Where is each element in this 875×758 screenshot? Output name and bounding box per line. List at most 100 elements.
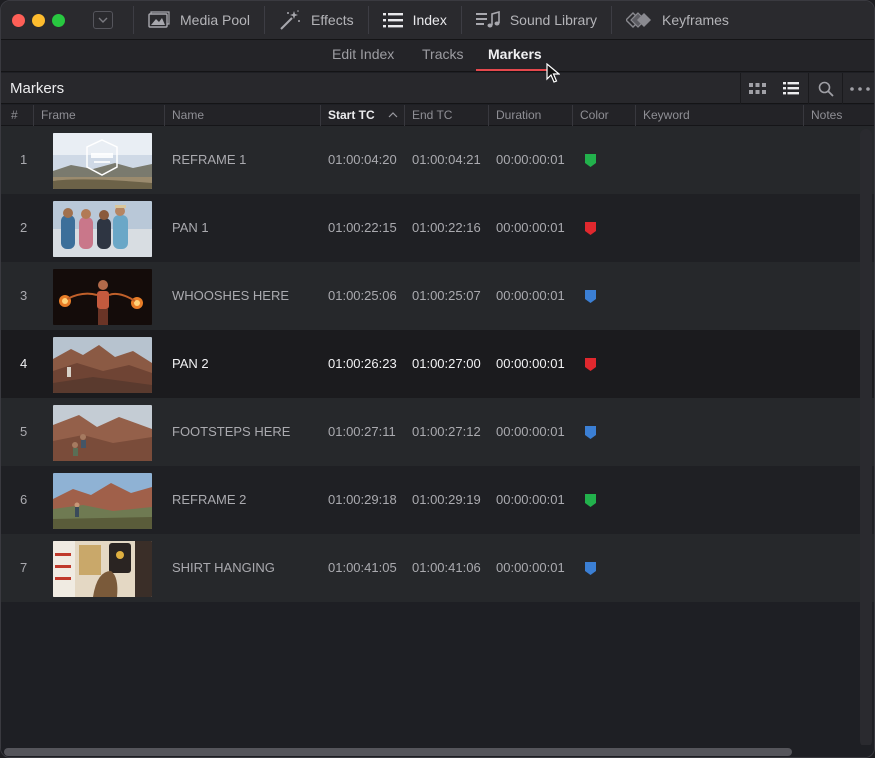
markers-table-body: 1 REFRAME 1 01:00:04:20 01:00:04:21 00:0… xyxy=(1,126,874,602)
table-row[interactable]: 5 FOOTSTEPS HERE 01:00:27:11 01:00:27:12… xyxy=(1,398,874,466)
workspace-dropdown-button[interactable] xyxy=(93,11,113,29)
active-tab-indicator xyxy=(476,69,548,71)
resolve-window: Media Pool Effects Index Sound Library K… xyxy=(0,0,875,758)
grid-view-icon xyxy=(749,82,766,94)
markers-table-header: # Frame Name Start TC End TC Duration Co… xyxy=(1,105,874,126)
table-row[interactable]: 6 REFRAME 2 01:00:29:18 01:00:29:19 00:0… xyxy=(1,466,874,534)
keyframes-button[interactable]: Keyframes xyxy=(612,1,743,40)
minimize-window-button[interactable] xyxy=(32,13,45,27)
end-tc: 01:00:29:19 xyxy=(412,492,481,507)
effects-button[interactable]: Effects xyxy=(265,1,368,40)
marker-name: FOOTSTEPS HERE xyxy=(172,424,291,439)
table-row-selected[interactable]: 4 PAN 2 01:00:26:23 01:00:27:00 00:00:00… xyxy=(1,330,874,398)
index-button[interactable]: Index xyxy=(369,1,461,40)
end-tc: 01:00:27:12 xyxy=(412,424,481,439)
end-tc: 01:00:27:00 xyxy=(412,356,481,371)
sort-ascending-icon xyxy=(388,112,398,118)
marker-color-flag-icon xyxy=(585,154,596,167)
frame-thumbnail xyxy=(53,473,152,529)
search-icon xyxy=(818,81,834,97)
end-tc: 01:00:04:21 xyxy=(412,152,481,167)
markers-panel-header: Markers xyxy=(1,73,874,104)
column-header-keyword[interactable]: Keyword xyxy=(635,105,803,126)
row-number: 2 xyxy=(20,220,28,235)
marker-color-flag-icon xyxy=(585,358,596,371)
media-pool-icon xyxy=(148,11,170,28)
panel-title: Markers xyxy=(10,80,65,97)
duration: 00:00:00:01 xyxy=(496,424,565,439)
start-tc: 01:00:04:20 xyxy=(328,152,397,167)
start-tc: 01:00:25:06 xyxy=(328,288,397,303)
duration: 00:00:00:01 xyxy=(496,220,565,235)
table-row[interactable]: 7 SHIRT HANGING 01:00:41:05 01:00:41:06 xyxy=(1,534,874,602)
start-tc: 01:00:26:23 xyxy=(328,356,397,371)
index-subtabs: Edit Index Tracks Markers xyxy=(1,40,874,72)
chevron-down-icon xyxy=(98,17,108,23)
table-row[interactable]: 2 PAN 1 01:00:22:15 01:00:22:16 00:00:00… xyxy=(1,194,874,262)
start-tc: 01:00:22:15 xyxy=(328,220,397,235)
column-header-end-tc[interactable]: End TC xyxy=(404,105,488,126)
frame-thumbnail xyxy=(53,337,152,393)
media-pool-label: Media Pool xyxy=(180,12,251,28)
table-row[interactable]: 3 WHOOSHES HERE 01:00:25:06 01:00:25:07 xyxy=(1,262,874,330)
column-header-duration[interactable]: Duration xyxy=(488,105,572,126)
panel-header-buttons xyxy=(740,73,874,104)
mouse-pointer-icon xyxy=(546,63,560,83)
thumbnail-view-button[interactable] xyxy=(740,73,774,104)
column-header-frame[interactable]: Frame xyxy=(33,105,164,126)
marker-color-flag-icon xyxy=(585,426,596,439)
column-header-name[interactable]: Name xyxy=(164,105,320,126)
duration: 00:00:00:01 xyxy=(496,152,565,167)
marker-name: WHOOSHES HERE xyxy=(172,288,290,303)
maximize-window-button[interactable] xyxy=(52,13,65,27)
more-dots-icon xyxy=(849,86,870,91)
row-number: 7 xyxy=(20,560,28,575)
search-button[interactable] xyxy=(808,73,842,104)
keyframes-icon xyxy=(626,12,652,28)
start-tc-label: Start TC xyxy=(328,108,375,122)
marker-name: SHIRT HANGING xyxy=(172,560,275,575)
row-number: 3 xyxy=(20,288,28,303)
effects-label: Effects xyxy=(311,12,354,28)
column-header-notes[interactable]: Notes xyxy=(803,105,874,126)
frame-thumbnail xyxy=(53,133,152,189)
marker-name: REFRAME 2 xyxy=(172,492,247,507)
index-list-icon xyxy=(382,13,403,28)
marker-name: PAN 1 xyxy=(172,220,209,235)
column-header-color[interactable]: Color xyxy=(572,105,635,126)
column-header-number[interactable]: # xyxy=(4,105,33,126)
row-number: 4 xyxy=(20,356,28,371)
frame-thumbnail xyxy=(53,405,152,461)
top-toolbar: Media Pool Effects Index Sound Library K… xyxy=(1,1,874,40)
tab-edit-index[interactable]: Edit Index xyxy=(332,46,394,62)
media-pool-button[interactable]: Media Pool xyxy=(134,1,264,40)
marker-color-flag-icon xyxy=(585,494,596,507)
row-number: 6 xyxy=(20,492,28,507)
horizontal-scrollbar-thumb[interactable] xyxy=(4,748,792,756)
column-header-start-tc[interactable]: Start TC xyxy=(320,105,404,126)
end-tc: 01:00:25:07 xyxy=(412,288,481,303)
start-tc: 01:00:29:18 xyxy=(328,492,397,507)
end-tc: 01:00:22:16 xyxy=(412,220,481,235)
close-window-button[interactable] xyxy=(12,13,25,27)
table-row[interactable]: 1 REFRAME 1 01:00:04:20 01:00:04:21 00:0… xyxy=(1,126,874,194)
duration: 00:00:00:01 xyxy=(496,288,565,303)
more-options-button[interactable] xyxy=(842,73,874,104)
effects-wand-icon xyxy=(280,10,301,30)
keyframes-label: Keyframes xyxy=(662,12,729,28)
start-tc: 01:00:41:05 xyxy=(328,560,397,575)
end-tc: 01:00:41:06 xyxy=(412,560,481,575)
start-tc: 01:00:27:11 xyxy=(328,424,396,439)
marker-color-flag-icon xyxy=(585,222,596,235)
frame-thumbnail xyxy=(53,541,152,597)
row-number: 1 xyxy=(20,152,28,167)
duration: 00:00:00:01 xyxy=(496,560,565,575)
sound-library-button[interactable]: Sound Library xyxy=(462,1,611,40)
tab-tracks[interactable]: Tracks xyxy=(422,46,463,62)
window-controls xyxy=(12,13,65,27)
list-view-button[interactable] xyxy=(774,73,808,104)
vertical-scrollbar[interactable] xyxy=(860,129,872,747)
marker-name: PAN 2 xyxy=(172,356,209,371)
tab-markers[interactable]: Markers xyxy=(488,46,542,62)
marker-color-flag-icon xyxy=(585,562,596,575)
